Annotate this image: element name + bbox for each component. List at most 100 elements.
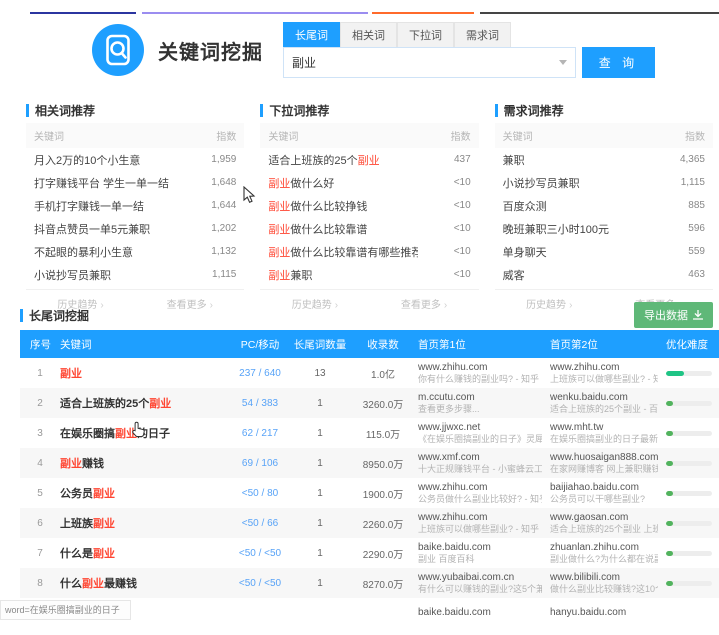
keyword-row[interactable]: 副业做什么好 <10 (260, 171, 478, 194)
keyword-type-tab[interactable]: 长尾词 (283, 22, 340, 47)
keyword-link[interactable]: 在娱乐圈搞副业的日子 (60, 425, 228, 441)
keyword-row[interactable]: 威客 463 (495, 263, 713, 286)
keyword-text: 副业做什么比较靠谱有哪些推荐 (268, 244, 418, 260)
longtail-count: 13 (292, 368, 348, 379)
pc-mobile-index-link[interactable]: 69 / 106 (228, 458, 292, 469)
keyword-search-input[interactable]: 副业 (283, 47, 576, 78)
longtail-row: 2 适合上班族的25个副业 54 / 383 1 3260.0万 m.ccutu… (20, 388, 719, 418)
keyword-row[interactable]: 不起眼的暴利小生意 1,132 (26, 240, 244, 263)
section-title: 长尾词挖掘 (20, 307, 89, 324)
index-value: <10 (454, 200, 471, 211)
row-number: 5 (20, 488, 60, 499)
longtail-count: 1 (292, 428, 348, 439)
index-value: <10 (454, 246, 471, 257)
included-count: 1.0亿 (348, 366, 418, 381)
serp-result-1: www.zhihu.com 公务员做什么副业比较好? - 知乎 (418, 482, 550, 505)
difficulty-bar-track (666, 401, 712, 406)
panel-dropdown-words: 下拉词推荐 关键词 指数 适合上班族的25个副业 437 副业做什么好 <10 (260, 100, 478, 317)
keyword-text: 适合上班族的25个副业 (268, 152, 379, 168)
keyword-row[interactable]: 打字赚钱平台 学生一单一结 1,648 (26, 171, 244, 194)
keyword-row[interactable]: 副业做什么比较靠谱 <10 (260, 217, 478, 240)
serp-result-2: zhuanlan.zhihu.com 副业做什么?为什么都在说副业? - ... (550, 542, 666, 565)
pc-mobile-index-link[interactable]: 54 / 383 (228, 398, 292, 409)
pc-mobile-index-link[interactable]: 237 / 640 (228, 368, 292, 379)
serp-domain: www.yubaibai.com.cn (418, 572, 542, 584)
longtail-mining-section: 长尾词挖掘 导出数据 序号 关键词 PC/移动 长尾词数量 收录数 首页第1位 … (20, 300, 719, 622)
panel-title: 下拉词推荐 (260, 100, 478, 120)
query-button[interactable]: 查 询 (582, 47, 655, 78)
serp-domain: www.bilibili.com (550, 572, 658, 584)
page-header: 关键词挖掘 长尾词 相关词 下拉词 需求词 副业 查 询 (92, 22, 655, 78)
serp-result-2: www.gaosan.com 适合上班族的25个副业 上班比较... (550, 512, 666, 535)
keyword-link[interactable]: 公务员副业 (60, 485, 228, 501)
keyword-row[interactable]: 百度众测 885 (495, 194, 713, 217)
serp-domain: www.xmf.com (418, 452, 542, 464)
keyword-row[interactable]: 晚班兼职三小时100元 596 (495, 217, 713, 240)
keyword-text: 单身聊天 (503, 244, 547, 260)
keyword-text: 小说抄写员兼职 (34, 267, 111, 283)
longtail-count: 1 (292, 518, 348, 529)
search-row: 副业 查 询 (283, 47, 655, 78)
keyword-row[interactable]: 抖音点赞员一单5元兼职 1,202 (26, 217, 244, 240)
serp-domain: www.gaosan.com (550, 512, 658, 524)
pc-mobile-index-link[interactable]: <50 / 66 (228, 518, 292, 529)
difficulty-bar (666, 581, 719, 586)
difficulty-bar-track (666, 521, 712, 526)
col-serp-1: 首页第1位 (418, 337, 550, 352)
longtail-count: 1 (292, 458, 348, 469)
keyword-row[interactable]: 适合上班族的25个副业 437 (260, 148, 478, 171)
longtail-table-body: 1 副业 237 / 640 13 1.0亿 www.zhihu.com 你有什… (20, 358, 719, 598)
serp-description: 副业 百度百科 (418, 554, 542, 565)
keyword-type-tab[interactable]: 下拉词 (397, 22, 454, 47)
keyword-row[interactable]: 副业兼职 <10 (260, 263, 478, 286)
keyword-row[interactable]: 副业做什么比较靠谱有哪些推荐 <10 (260, 240, 478, 263)
col-no: 序号 (20, 337, 60, 352)
serp-description: 在娱乐圈搞副业的日子最新章节列... (550, 434, 658, 445)
difficulty-bar (666, 521, 719, 526)
serp-description: 你有什么赚钱的副业吗? - 知乎 (418, 374, 542, 385)
keyword-row[interactable]: 副业做什么比较挣钱 <10 (260, 194, 478, 217)
serp-description: 公务员可以干哪些副业? (550, 494, 658, 505)
serp-domain: www.huosaigan888.com (550, 452, 658, 464)
serp-domain: www.zhihu.com (418, 362, 542, 374)
index-value: 885 (688, 200, 705, 211)
pc-mobile-index-link[interactable]: 62 / 217 (228, 428, 292, 439)
keyword-row[interactable]: 月入2万的10个小生意 1,959 (26, 148, 244, 171)
serp-domain: hanyu.baidu.com (550, 601, 626, 619)
index-value: 1,648 (211, 177, 236, 188)
keyword-link[interactable]: 副业 (60, 365, 228, 381)
longtail-row: 5 公务员副业 <50 / 80 1 1900.0万 www.zhihu.com… (20, 478, 719, 508)
keyword-text: 兼职 (503, 152, 525, 168)
panel-title-text: 需求词推荐 (504, 102, 564, 119)
panel-table-header: 关键词 指数 (495, 123, 713, 148)
keyword-link[interactable]: 上班族副业 (60, 515, 228, 531)
keyword-row[interactable]: 兼职 4,365 (495, 148, 713, 171)
col-keyword-label: 关键词 (268, 128, 298, 143)
keyword-row[interactable]: 单身聊天 559 (495, 240, 713, 263)
keyword-row[interactable]: 手机打字赚钱一单一结 1,644 (26, 194, 244, 217)
keyword-row[interactable]: 小说抄写员兼职 1,115 (26, 263, 244, 286)
index-value: 1,132 (211, 246, 236, 257)
pc-mobile-index-link[interactable]: <50 / <50 (228, 548, 292, 559)
keyword-link[interactable]: 什么是副业 (60, 545, 228, 561)
keyword-row[interactable]: 小说抄写员兼职 1,115 (495, 171, 713, 194)
keyword-link[interactable]: 适合上班族的25个副业 (60, 395, 228, 411)
serp-result-2: www.zhihu.com 上班族可以做哪些副业? - 知乎 (550, 362, 666, 385)
keyword-type-tab[interactable]: 需求词 (454, 22, 511, 47)
stripe-segment (480, 12, 719, 14)
keyword-text: 百度众测 (503, 198, 547, 214)
pc-mobile-index-link[interactable]: <50 / 80 (228, 488, 292, 499)
serp-result-1: m.ccutu.com 查看更多步骤... (418, 392, 550, 415)
title-marker (495, 104, 498, 117)
included-count: 3260.0万 (348, 396, 418, 411)
export-data-button[interactable]: 导出数据 (634, 302, 713, 328)
keyword-link[interactable]: 什么副业最赚钱 (60, 575, 228, 591)
pc-mobile-index-link[interactable]: <50 / <50 (228, 578, 292, 589)
longtail-count: 1 (292, 548, 348, 559)
index-value: 596 (688, 223, 705, 234)
keyword-link[interactable]: 副业赚钱 (60, 455, 228, 471)
longtail-section-bar: 长尾词挖掘 导出数据 (20, 300, 719, 330)
panel-title-text: 下拉词推荐 (269, 102, 329, 119)
keyword-text: 不起眼的暴利小生意 (34, 244, 133, 260)
keyword-type-tab[interactable]: 相关词 (340, 22, 397, 47)
